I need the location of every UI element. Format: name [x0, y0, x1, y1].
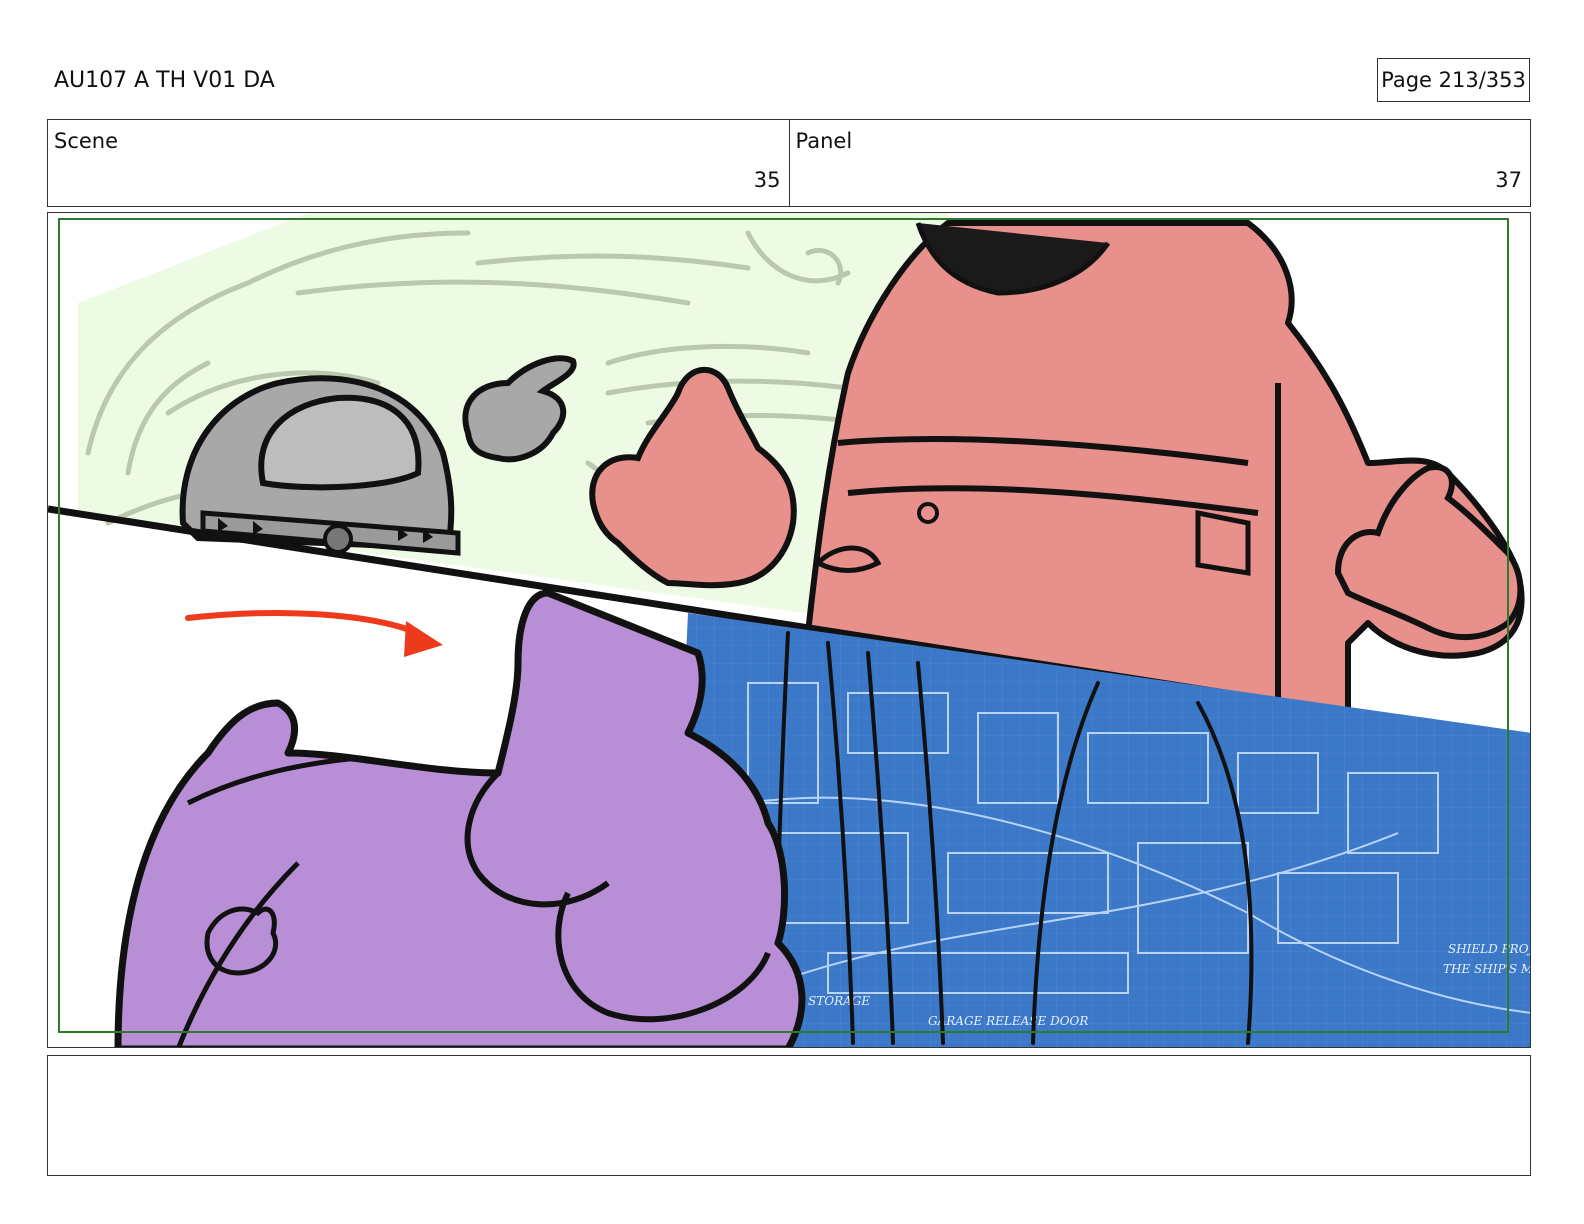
storyboard-panel: SHIELD PROJECTOR THE SHIP'S MAIN DEFENSE…: [47, 212, 1531, 1048]
scene-label: Scene: [54, 129, 119, 153]
purple-character-drawing: [114, 589, 806, 1047]
notes-box: [47, 1055, 1531, 1176]
storyboard-artwork: SHIELD PROJECTOR THE SHIP'S MAIN DEFENSE…: [48, 213, 1531, 1047]
blueprint-label-shield: SHIELD PROJECTOR: [1448, 942, 1531, 956]
page-number: Page 213/353: [1377, 58, 1530, 102]
scene-cell: Scene 35: [48, 120, 789, 206]
blueprint-label-defense: THE SHIP'S MAIN DEFENSE: [1443, 962, 1531, 976]
document-title: AU107 A TH V01 DA: [54, 68, 275, 93]
scene-panel-info: Scene 35 Panel 37: [47, 119, 1531, 207]
motion-arrow: [185, 610, 443, 657]
scene-number: 35: [753, 168, 781, 192]
panel-cell: Panel 37: [788, 120, 1531, 206]
blueprint-label-garage: GARAGE RELEASE DOOR: [928, 1014, 1088, 1028]
panel-number: 37: [1495, 168, 1522, 192]
blueprint-label-storage: STORAGE: [808, 994, 870, 1008]
panel-label: Panel: [795, 129, 853, 153]
